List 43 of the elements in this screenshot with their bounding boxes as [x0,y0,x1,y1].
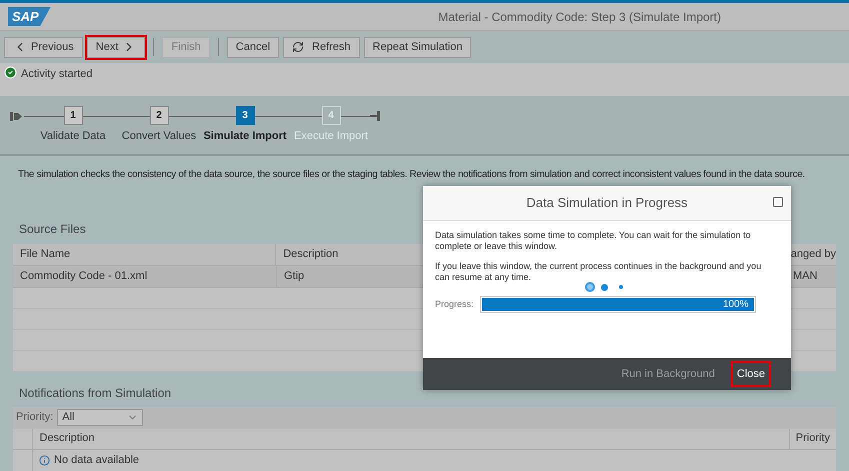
info-icon [39,455,50,466]
loading-dots-icon [585,282,623,292]
dialog-title: Data Simulation in Progress [526,194,688,212]
dialog-text: If you leave this window, the current process continues in the background and you can resume at any time. [435,261,762,283]
step-number[interactable]: 3 [236,106,254,125]
toolbar-button[interactable]: Previous [4,36,83,58]
status-message: Activity started [21,67,93,82]
table-cell-text: Gtip [284,268,304,284]
dialog-button[interactable]: Close [730,361,771,387]
progress-reading: 100% [722,299,749,310]
table-cell-text: Commodity Code - 01.xml [20,268,148,284]
end-icon [370,111,380,121]
toolbar-button[interactable]: Repeat Simulation [364,36,472,58]
toolbar-button[interactable]: Refresh [283,36,360,58]
step-label: Convert Values [122,129,196,144]
dialog-text: Data simulation takes some time to complete. You can wait for the simulation to complete or leave this window. [435,230,752,252]
progress-label: Progress: [435,299,474,310]
section-title: Source Files [19,220,86,238]
window-title: Material - Commodity Code: Step 3 (Simulate Import) [438,8,721,26]
column-header: Priority [788,428,836,449]
column-header: File Name [20,246,70,262]
step-number[interactable]: 1 [64,106,82,125]
maximize-icon[interactable] [772,196,784,208]
step-number[interactable]: 2 [150,106,168,125]
table-cell-text: MAN [793,268,818,284]
step-label: Simulate Import [203,129,287,144]
intro-text: The simulation checks the consistency of the data source, the source files or the staging tables. Review the notifications from simulation and correct inconsistent values found in the data source. [18,168,805,182]
dialog-button[interactable]: Run in Background [617,361,719,387]
refresh-icon [292,41,304,53]
filter-label: Priority: [16,410,54,426]
empty-message: No data available [54,453,140,468]
toolbar-button[interactable]: Next [86,36,146,58]
sap-logo: SAP [8,6,51,26]
column-header: Description [283,246,338,262]
step-label: Validate Data [40,129,106,144]
toolbar-button[interactable]: Cancel [226,36,280,58]
success-icon [4,66,17,79]
column-header: anged by [790,246,836,262]
priority-dropdown[interactable]: All [57,409,144,426]
column-header: Description [38,431,96,446]
section-title: Notifications from Simulation [19,384,172,402]
start-icon [10,112,22,121]
step-label: Execute Import [294,129,368,144]
